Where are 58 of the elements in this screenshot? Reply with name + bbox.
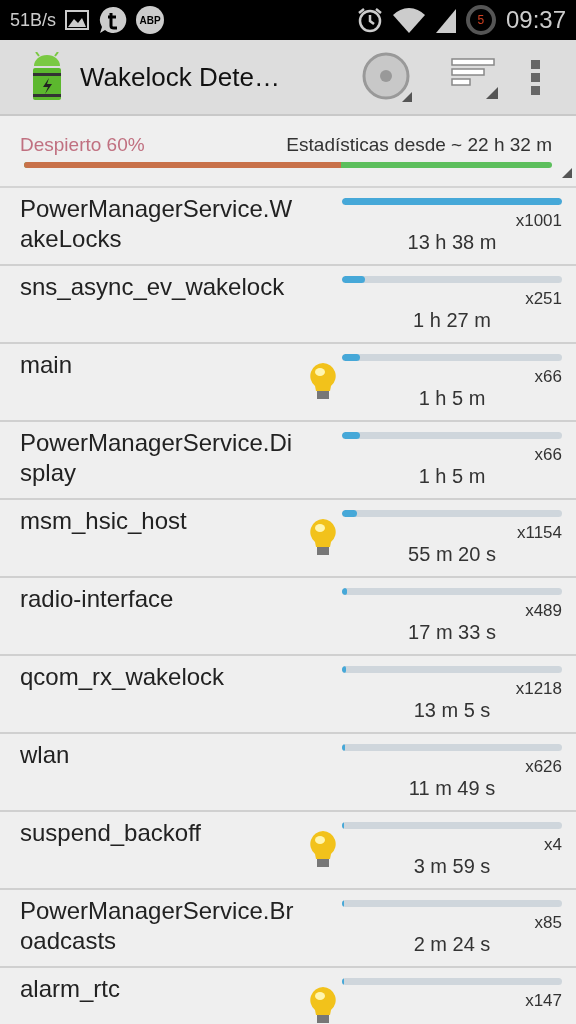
wakelock-duration: 1 h 5 m <box>418 387 486 410</box>
clock-time: 09:37 <box>505 6 566 34</box>
wakelock-name: suspend_backoff <box>20 818 203 848</box>
app-title: Wakelock Dete… <box>80 61 280 93</box>
corner-triangle-icon <box>562 168 572 178</box>
adblock-badge: ABP <box>136 6 165 34</box>
wakelock-name: radio-interface <box>20 584 175 614</box>
wakelock-row[interactable]: sns_async_ev_wakelock x251 1 h 27 m <box>0 266 576 344</box>
awake-percentage: Despierto 60% <box>20 134 145 156</box>
wakelock-duration: 17 m 33 s <box>408 621 496 644</box>
wakelock-count: x1154 <box>516 523 562 543</box>
wakelock-name: PowerManagerService.WakeLocks <box>20 194 294 254</box>
wakelock-name: qcom_rx_wakelock <box>20 662 226 692</box>
wakelock-duration: 11 m 49 s <box>408 777 496 800</box>
wakelock-name: main <box>20 350 74 380</box>
wakelock-count: x85 <box>534 913 562 933</box>
wakelock-name: msm_hsic_host <box>20 506 188 536</box>
wakelock-duration: 1 h 27 m <box>413 309 491 332</box>
wakelock-row[interactable]: msm_hsic_host x1154 55 m 20 s <box>0 500 576 578</box>
wakelock-duration: 13 m 5 s <box>413 699 491 722</box>
wakelock-count: x147 <box>525 991 562 1011</box>
network-speed: 51B/s <box>10 9 57 31</box>
sort-icon[interactable] <box>448 55 498 99</box>
wakelock-count: x489 <box>525 601 562 621</box>
battery-robot-icon[interactable] <box>30 52 64 102</box>
wakelock-row[interactable]: PowerManagerService.Display x66 1 h 5 m <box>0 422 576 500</box>
wakelock-count: x1218 <box>515 679 562 699</box>
wakelock-row[interactable]: suspend_backoff x4 3 m 59 s <box>0 812 576 890</box>
wifi-icon <box>391 7 426 33</box>
wakelock-row[interactable]: radio-interface x489 17 m 33 s <box>0 578 576 656</box>
image-icon <box>64 9 91 31</box>
wakelock-count: x66 <box>534 367 562 387</box>
wakelock-name: sns_async_ev_wakelock <box>20 272 286 302</box>
wakelock-duration: 1 h 5 m <box>418 465 486 488</box>
wakelock-duration: 3 m 59 s <box>413 855 491 878</box>
wakelock-row[interactable]: main x66 1 h 5 m <box>0 344 576 422</box>
wakelock-row[interactable]: PowerManagerService.Broadcasts x85 2 m 24 s <box>0 890 576 968</box>
wakelock-count: x66 <box>534 445 562 465</box>
overflow-menu-icon[interactable] <box>530 59 542 95</box>
wakelock-name: alarm_rtc <box>20 974 122 1004</box>
wakelock-count: x251 <box>525 289 562 309</box>
wakelock-name: PowerManagerService.Display <box>20 428 294 488</box>
wakelock-row[interactable]: wlan x626 11 m 49 s <box>0 734 576 812</box>
wakelock-name: wlan <box>20 740 71 770</box>
wakelock-row[interactable]: qcom_rx_wakelock x1218 13 m 5 s <box>0 656 576 734</box>
wakelock-duration: 55 m 20 s <box>408 543 496 566</box>
wakelock-duration: 2 m 24 s <box>413 933 491 956</box>
signal-icon <box>433 7 458 33</box>
wakelock-count: x4 <box>544 835 562 855</box>
wakelock-count: x626 <box>525 757 562 777</box>
wakelock-duration: 13 h 38 m <box>407 231 497 254</box>
wakelock-row[interactable]: PowerManagerService.WakeLocks x1001 13 h 38 m <box>0 188 576 266</box>
speech-bubble-icon <box>98 5 129 35</box>
wakelock-name: PowerManagerService.Broadcasts <box>20 896 295 956</box>
wakelock-count: x1001 <box>515 211 562 231</box>
stats-since: Estadísticas desde ~ 22 h 32 m <box>286 134 552 156</box>
ring-badge: 5 <box>465 5 496 35</box>
wakelock-row[interactable]: alarm_rtc x147 <box>0 968 576 1024</box>
